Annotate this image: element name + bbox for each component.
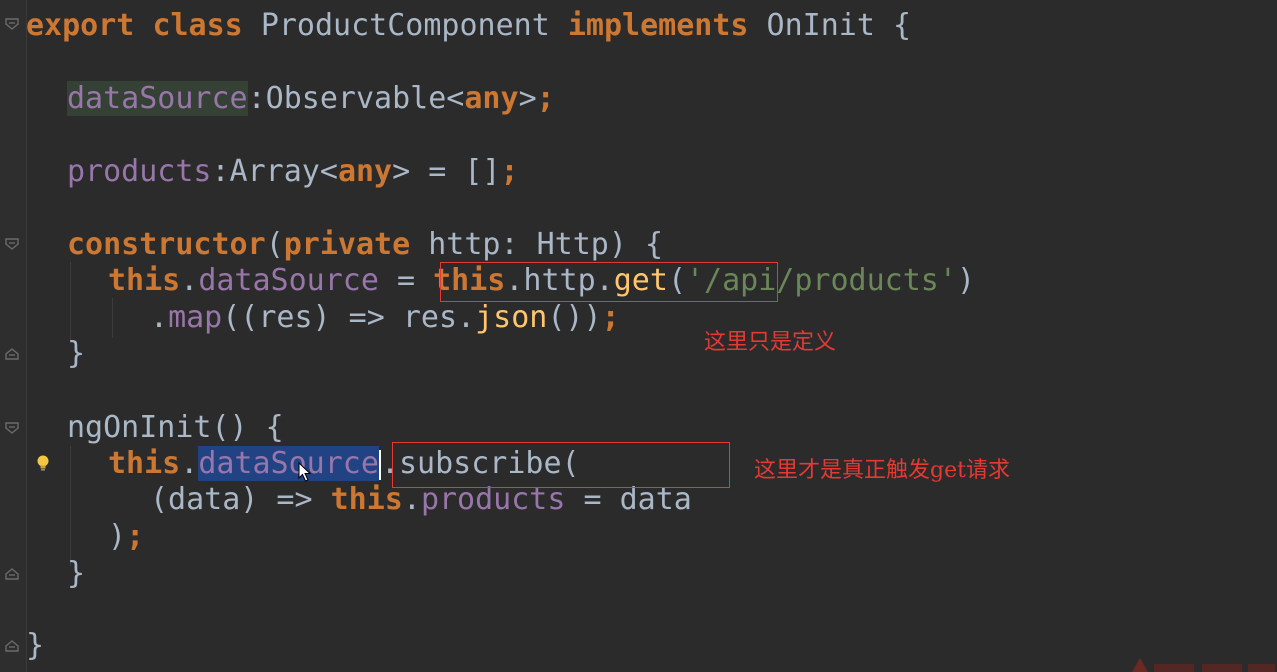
code-token: . [180,446,199,481]
code-token: :Observable< [247,81,465,116]
code-token: ; [536,81,555,116]
code-token: > = [] [392,154,501,189]
code-token: this [108,446,181,481]
editor-gutter [0,0,27,672]
code-editor[interactable]: export class ProductComponent implements… [0,0,1277,672]
code-token: any [337,154,393,189]
code-token: ; [126,519,145,554]
code-token: json [475,300,548,335]
code-token: { [892,8,912,43]
annotation-note-trigger: 这里才是真正触发get请求 [754,458,1010,483]
code-token: ( [265,227,284,262]
code-token: :Array< [211,154,338,189]
indent-guide [70,262,71,342]
mouse-pointer-icon [298,461,312,482]
code-token: map [168,300,223,335]
code-token: } [67,556,86,591]
code-token: (data) => [150,482,331,517]
indent-guide [112,298,113,338]
annotation-box-definition [440,262,778,302]
code-token: } [26,628,45,663]
code-token: = [378,263,434,298]
code-token: any [464,81,519,116]
code-token: dataSource [198,263,379,298]
code-token: products [67,154,212,189]
code-token: private [283,227,411,262]
code-line[interactable]: .map((res) => res.json()); [150,300,620,336]
indent-guide [70,446,71,566]
code-line[interactable]: } [67,336,85,372]
code-token: () { [211,410,284,445]
code-token: constructor [67,227,266,262]
code-token: . [180,263,199,298]
code-token: implements [567,8,749,43]
code-token: } [67,336,86,371]
code-line[interactable]: constructor(private http: Http) { [67,227,663,263]
lightbulb-icon[interactable] [36,454,50,472]
code-token: ) [956,263,975,298]
fold-marker-icon[interactable] [4,236,20,252]
code-line[interactable]: } [26,628,44,664]
code-line[interactable]: ngOnInit() { [67,410,284,446]
annotation-box-subscribe [392,442,730,488]
code-token: this [108,263,181,298]
code-token: > [518,81,537,116]
code-line[interactable]: ); [108,519,144,555]
code-line[interactable]: export class ProductComponent implements… [26,8,911,44]
code-token: http: Http) { [410,227,664,262]
code-token: ) [108,519,127,554]
code-token: export [26,8,135,43]
code-token: OnInit [766,8,875,43]
fold-marker-icon[interactable] [4,346,20,362]
code-line[interactable]: products:Array<any> = []; [67,154,519,190]
fold-marker-icon[interactable] [4,566,20,582]
code-token: . [150,300,169,335]
fold-marker-icon[interactable] [4,16,20,32]
code-token: ; [601,300,620,335]
code-line[interactable]: } [67,556,85,592]
code-token: class [152,8,243,43]
watermark-logo [1130,652,1277,672]
code-token: ; [500,154,519,189]
code-token: dataSource [198,446,379,481]
fold-marker-icon[interactable] [4,638,20,654]
fold-marker-icon[interactable] [4,420,20,436]
code-token: dataSource [67,81,248,116]
code-token: ((res) => res. [222,300,476,335]
annotation-note-definition: 这里只是定义 [704,330,837,355]
code-line[interactable]: dataSource:Observable<any>; [67,81,555,117]
code-token: ()) [547,300,602,335]
code-token: ProductComponent [260,8,550,43]
code-token: ngOnInit [67,410,212,445]
